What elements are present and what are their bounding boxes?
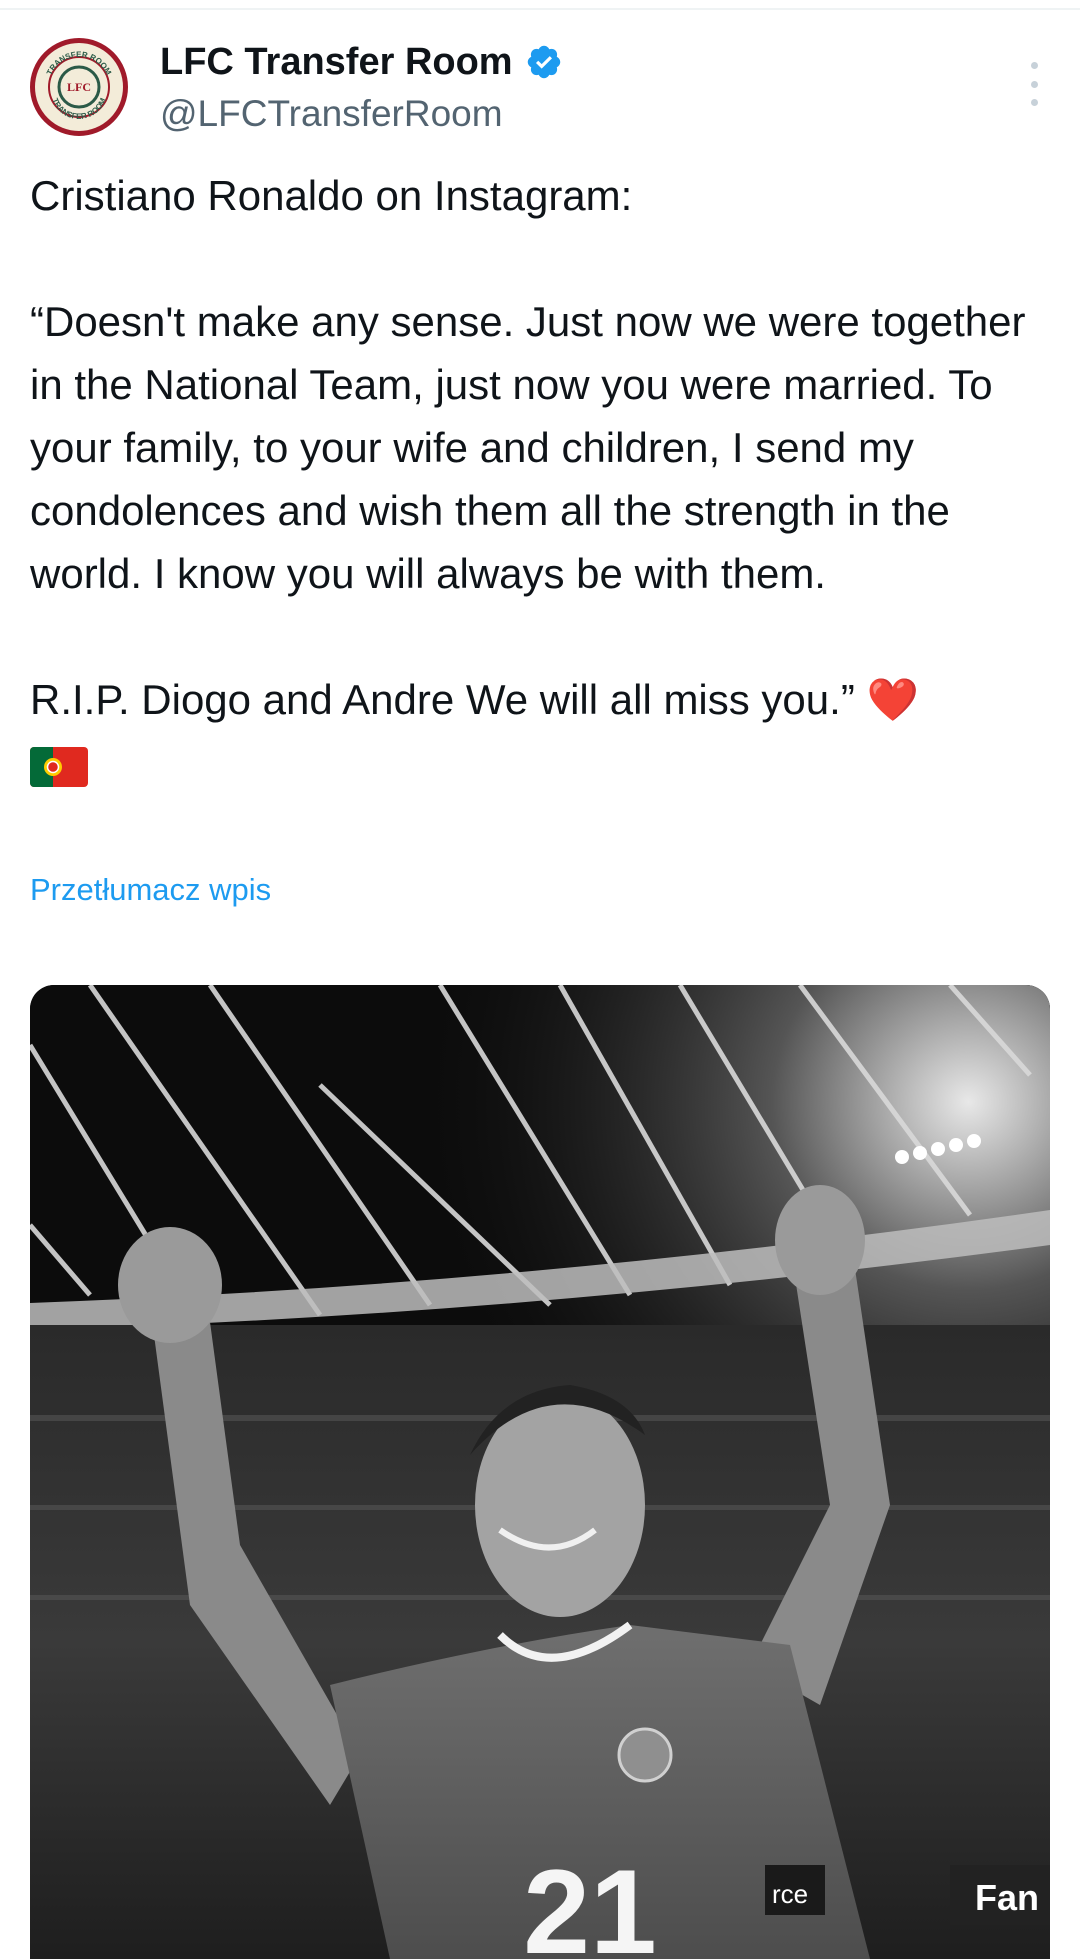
more-dot [1030,99,1038,106]
more-dot [1030,80,1038,88]
tweet-text: Cristiano Ronaldo on Instagram: “Doesn't… [30,164,1060,794]
avatar-monogram: LFC [67,80,91,94]
tweet-line: Cristiano Ronaldo on Instagram: [30,172,633,219]
author-name-row[interactable]: LFC Transfer Room [160,38,563,86]
tweet-line: “Doesn't make any sense. Just now we wer… [30,298,1038,597]
author-block: LFC Transfer Room @LFCTransferRoom [160,38,563,138]
club-logo-icon: TRANSFER ROOM TRANSFER ROOM LFC [36,44,122,130]
tweet-header: TRANSFER ROOM TRANSFER ROOM LFC LFC Tran… [30,38,1060,143]
tweet-media-image[interactable]: 21 Fan rce [30,985,1050,1959]
more-options-icon[interactable] [1028,62,1040,106]
verified-badge-icon [527,45,560,79]
more-dot [1030,62,1038,69]
jersey-number: 21 [523,1845,656,1959]
author-handle[interactable]: @LFCTransferRoom [160,90,563,138]
player-celebration-photo: 21 Fan rce [30,985,1050,1959]
portugal-flag-icon [30,746,88,787]
author-display-name[interactable]: LFC Transfer Room [160,38,513,86]
tweet-line: R.I.P. Diogo and Andre We will all miss … [30,676,919,723]
ad-board-text-left: rce [772,1879,808,1909]
translate-post-link[interactable]: Przetłumacz wpis [30,872,271,908]
ad-board-text: Fan [975,1877,1039,1918]
top-divider [0,8,1080,10]
avatar[interactable]: TRANSFER ROOM TRANSFER ROOM LFC [30,38,128,136]
